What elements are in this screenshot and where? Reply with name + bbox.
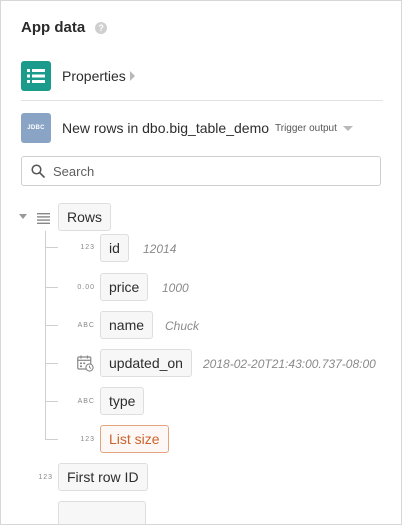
search-icon [31,164,45,178]
field-name: name [109,317,145,333]
field-sample-value: 1000 [162,281,189,295]
field-name: type [109,393,136,409]
field-name: updated_on [109,355,183,371]
tree-node-rows[interactable]: Rows [58,203,112,231]
field-pill[interactable]: id [100,234,129,262]
field-sample-value: 2018-02-20T21:43:00.737-08:00 [203,357,376,371]
list-icon [37,211,50,229]
field-pill[interactable]: updated_on [100,349,192,377]
field-pill[interactable]: type [100,387,145,415]
field-name: First row ID [67,469,139,485]
search-box [21,156,381,186]
trigger-output-row[interactable]: JDBC New rows in dbo.big_table_demo Trig… [21,113,353,143]
tree-branch [45,287,58,288]
type-label-text: ABC [77,398,95,405]
field-pill-partial[interactable] [58,501,146,524]
field-pill[interactable]: price [100,273,149,301]
tree-node-label: Rows [67,209,103,225]
tree-branch [45,439,58,440]
calendar-icon [77,355,94,377]
tree-line [45,231,46,439]
type-label-number: 123 [80,244,95,251]
field-pill[interactable]: name [100,311,154,339]
properties-row[interactable]: Properties [21,61,135,91]
field-name: List size [109,431,160,447]
search-input[interactable] [51,162,355,180]
panel-title: App data [21,19,86,36]
field-sample-value: 12014 [143,242,177,256]
tree-branch [45,247,58,248]
chevron-down-icon[interactable] [342,125,353,131]
jdbc-icon: JDBC [21,113,51,143]
type-label-number: 123 [38,474,53,481]
field-pill[interactable]: First row ID [58,463,148,491]
tree-branch [45,401,58,402]
field-pill-list-size[interactable]: List size [100,425,169,453]
field-name: id [109,240,120,256]
chevron-right-icon [129,71,135,81]
trigger-tag: Trigger output [275,122,337,134]
field-sample-value: Chuck [165,319,200,333]
app-data-panel: App data ? Properties JDBC New rows in d… [0,0,402,525]
collapse-caret-icon[interactable] [19,214,27,219]
field-name: price [109,279,140,295]
type-label-number: 123 [80,436,95,443]
list-table-icon [21,61,51,91]
help-circle-icon[interactable]: ? [95,21,108,34]
properties-label: Properties [62,68,126,84]
tree-branch [45,363,58,364]
panel-header: App data ? [21,19,108,36]
type-label-decimal: 0.00 [77,284,95,291]
trigger-label: New rows in dbo.big_table_demo [62,120,270,136]
divider [21,100,383,101]
type-label-text: ABC [77,322,95,329]
tree-branch [45,325,58,326]
